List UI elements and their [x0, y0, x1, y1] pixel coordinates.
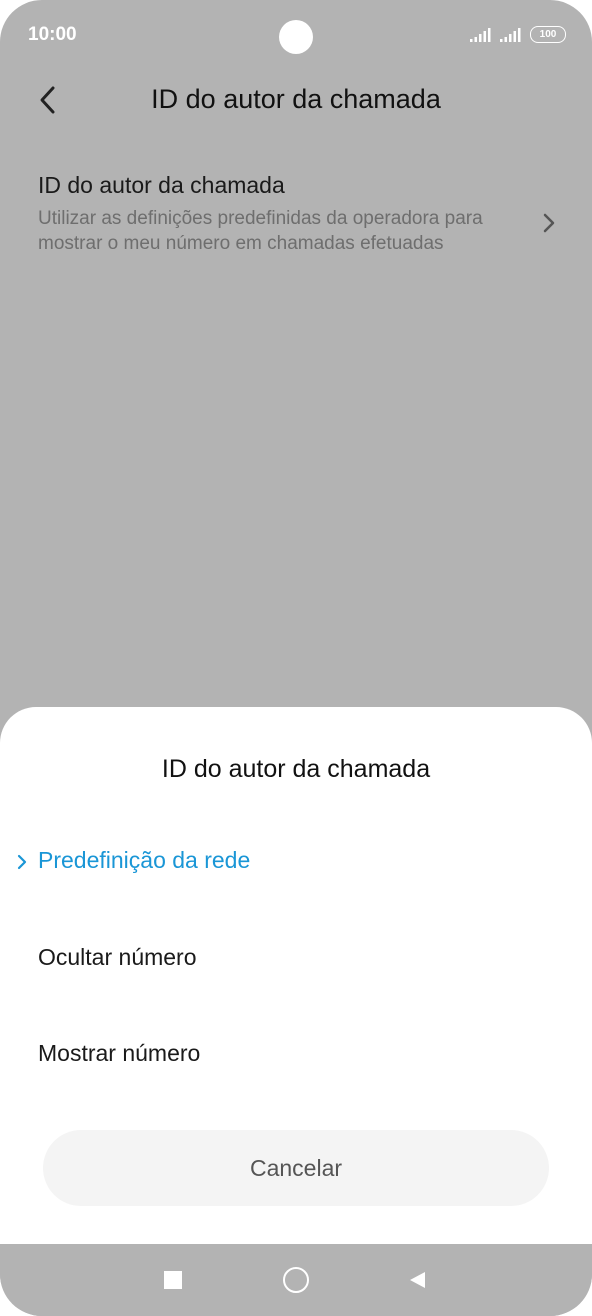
- page-title: ID do autor da chamada: [151, 84, 441, 114]
- setting-title: ID do autor da chamada: [38, 172, 285, 198]
- option-label: Predefinição da rede: [38, 847, 251, 873]
- battery-level: 100: [539, 29, 557, 40]
- option-show-number[interactable]: Mostrar número: [0, 1024, 592, 1084]
- caller-id-setting[interactable]: ID do autor da chamada Utilizar as defin…: [0, 160, 592, 290]
- navigation-bar: [0, 1244, 592, 1316]
- battery-icon: 100: [530, 26, 566, 43]
- cancel-button[interactable]: Cancelar: [43, 1130, 549, 1206]
- back-triangle-icon[interactable]: [407, 1270, 427, 1290]
- option-hide-number[interactable]: Ocultar número: [0, 928, 592, 988]
- status-time: 10:00: [28, 24, 77, 45]
- front-camera: [279, 20, 313, 54]
- signal-icon: [470, 27, 491, 42]
- chevron-right-icon: [543, 213, 555, 233]
- home-icon[interactable]: [283, 1267, 309, 1293]
- selected-chevron-icon: [17, 854, 27, 870]
- phone-screen: 10:00 100 ID do autor da chamada ID do a…: [0, 0, 592, 1316]
- bottom-sheet: ID do autor da chamada Predefinição da r…: [0, 707, 592, 1244]
- status-icons: 100: [470, 26, 566, 43]
- setting-description: Utilizar as definições predefinidas da o…: [38, 208, 483, 254]
- signal-icon: [500, 27, 521, 42]
- option-label: Ocultar número: [38, 944, 197, 970]
- option-network-default[interactable]: Predefinição da rede: [0, 831, 592, 891]
- app-header: ID do autor da chamada: [0, 70, 592, 130]
- status-bar: 10:00 100: [0, 0, 592, 70]
- sheet-title: ID do autor da chamada: [161, 755, 431, 783]
- recent-apps-icon[interactable]: [164, 1271, 182, 1289]
- option-label: Mostrar número: [38, 1040, 201, 1066]
